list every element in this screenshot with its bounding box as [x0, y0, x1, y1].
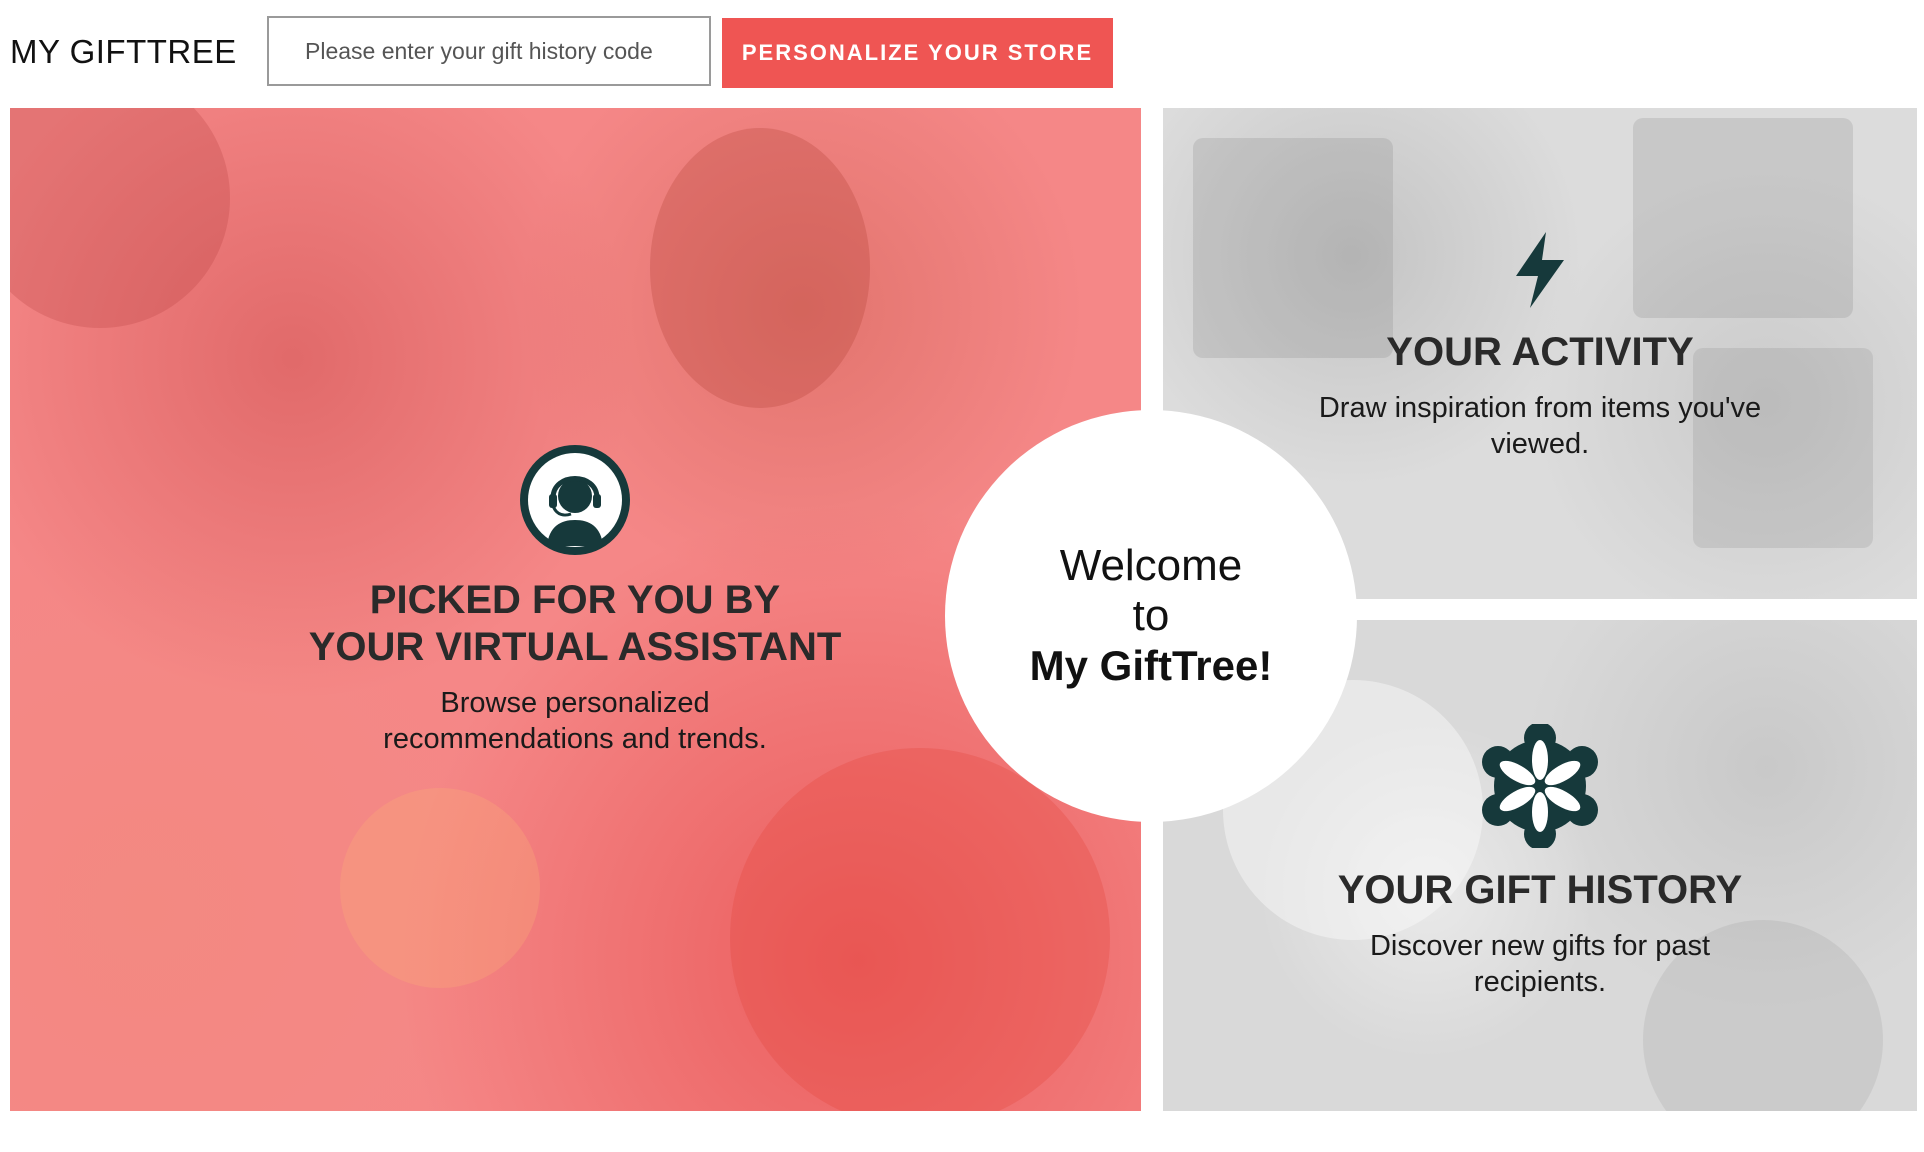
virtual-assistant-content: PICKED FOR YOU BY YOUR VIRTUAL ASSISTANT…: [220, 442, 930, 757]
panel-decoration: [650, 128, 870, 408]
your-gift-history-title: YOUR GIFT HISTORY: [1337, 868, 1743, 912]
welcome-text: Welcome: [1059, 541, 1243, 590]
welcome-brand: My GiftTree!: [1029, 642, 1273, 689]
desc-line: Discover new gifts for past: [1369, 930, 1711, 962]
welcome-to-text: to: [1132, 591, 1170, 640]
header: MY GIFTTREE PERSONALIZE YOUR STORE: [0, 0, 1924, 100]
your-gift-history-content: YOUR GIFT HISTORY Discover new gifts for…: [1230, 722, 1850, 1000]
desc-line: Draw inspiration from items you've: [1318, 392, 1762, 424]
flower-badge-icon: [1478, 722, 1602, 853]
your-activity-description: Draw inspiration from items you've viewe…: [1230, 390, 1850, 462]
panel-decoration: [340, 788, 540, 988]
desc-line: recipients.: [1473, 966, 1607, 998]
panel-decoration: [10, 108, 230, 328]
your-gift-history-description: Discover new gifts for past recipients.: [1230, 928, 1850, 1000]
virtual-assistant-title-line1: PICKED FOR YOU BY: [369, 578, 781, 622]
virtual-assistant-title-line2: YOUR VIRTUAL ASSISTANT: [308, 625, 842, 669]
brand-title[interactable]: MY GIFTTREE: [10, 33, 237, 71]
welcome-circle: Welcome to My GiftTree!: [945, 410, 1357, 822]
lightning-bolt-icon: [1510, 230, 1570, 315]
panel-decoration: [730, 748, 1110, 1111]
personalize-store-button[interactable]: PERSONALIZE YOUR STORE: [722, 18, 1113, 88]
virtual-assistant-description: Browse personalized recommendations and …: [220, 685, 930, 757]
your-activity-title: YOUR ACTIVITY: [1386, 330, 1694, 374]
desc-line: viewed.: [1490, 428, 1590, 460]
desc-line: Browse personalized: [440, 687, 710, 719]
page: MY GIFTTREE PERSONALIZE YOUR STORE: [0, 0, 1924, 1152]
desc-line: recommendations and trends.: [383, 723, 767, 755]
headset-assistant-icon: [517, 442, 633, 563]
your-activity-content: YOUR ACTIVITY Draw inspiration from item…: [1230, 230, 1850, 462]
gift-history-code-input[interactable]: [267, 16, 711, 86]
